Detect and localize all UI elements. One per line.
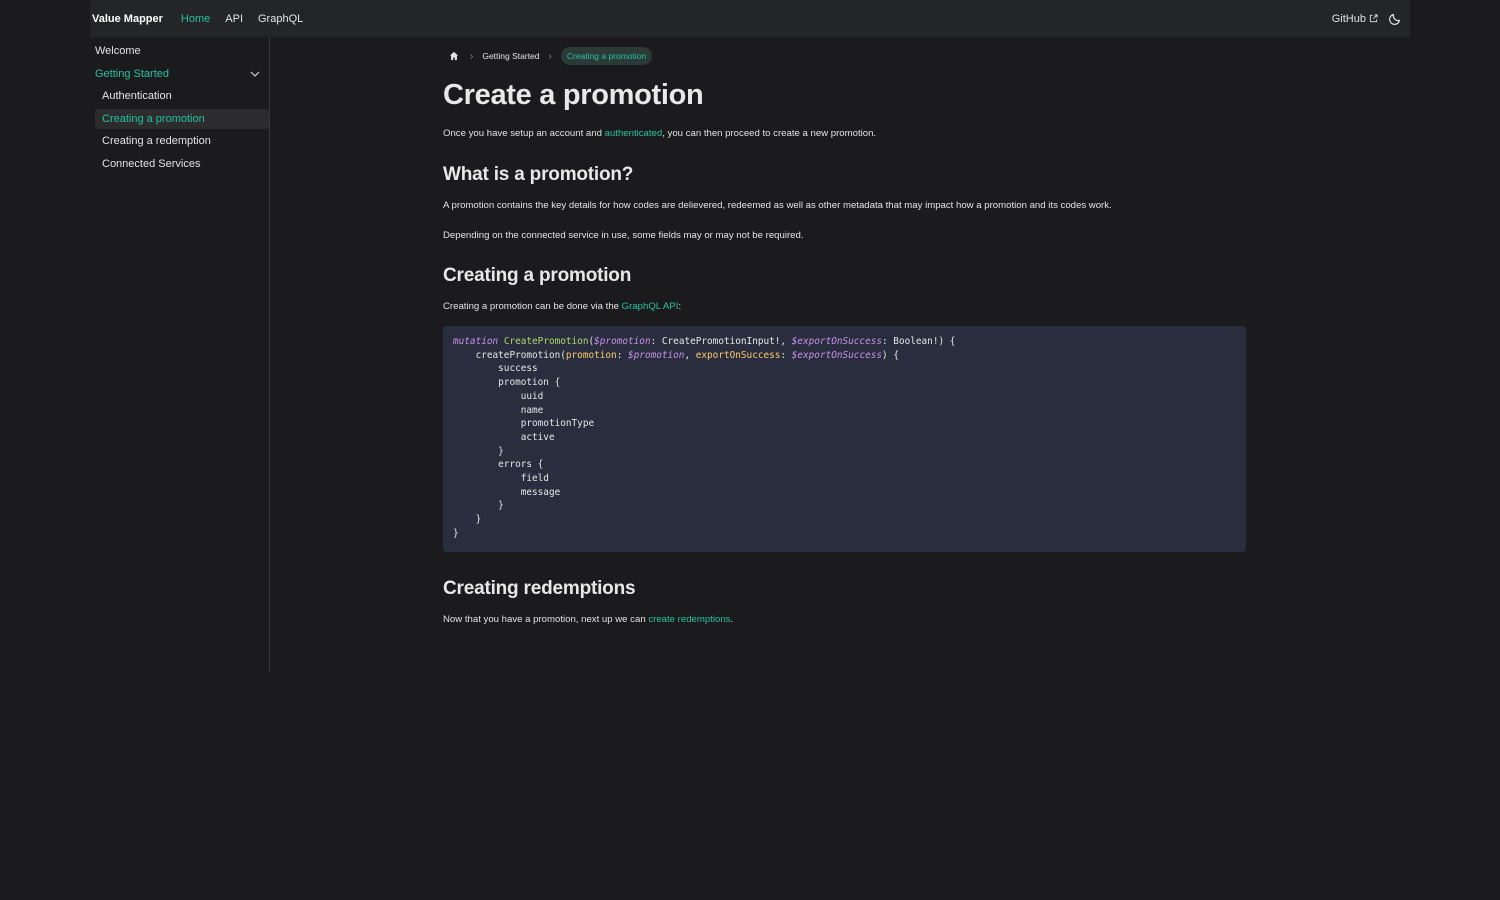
github-link-label: GitHub — [1331, 12, 1366, 25]
github-link[interactable]: GitHub — [1332, 13, 1378, 25]
top-navbar: Value Mapper Home API GraphQL GitHub — [90, 0, 1410, 37]
breadcrumb-getting-started[interactable]: Getting Started — [482, 51, 539, 61]
create-redemptions-link[interactable]: create redemptions — [648, 614, 730, 625]
external-link-icon — [1369, 14, 1378, 23]
connected-service-note: Depending on the connected service in us… — [443, 230, 804, 241]
authenticated-link[interactable]: authenticated — [605, 128, 663, 139]
sidebar-item-welcome[interactable]: Welcome — [95, 41, 269, 61]
code-field: message — [520, 486, 561, 498]
intro-text-after: , you can then proceed to create a new p… — [662, 128, 877, 139]
sidebar-item-creating-a-promotion[interactable]: Creating a promotion — [95, 108, 269, 129]
code-argument: exportOnSuccess — [695, 349, 781, 361]
code-brace: } — [498, 500, 504, 512]
docs-sidebar: Welcome Getting Started Authentication C… — [90, 37, 270, 672]
heading-what-is-a-promotion: What is a promotion? — [443, 164, 634, 185]
page-title: Create a promotion — [443, 79, 704, 111]
redemptions-paragraph: Now that you have a promotion, next up w… — [443, 614, 1246, 625]
navbar-left: Value Mapper Home API GraphQL — [92, 13, 318, 25]
code-field: field — [520, 473, 549, 485]
code-variable: $exportOnSuccess — [791, 349, 883, 361]
navbar-right: GitHub — [1332, 12, 1402, 26]
doc-content: › Getting Started › Creating a promotion… — [443, 37, 1246, 625]
sidebar-item-label: Welcome — [95, 45, 141, 57]
sidebar-item-label: Getting Started — [95, 67, 169, 80]
sidebar-item-label: Creating a redemption — [102, 135, 211, 147]
breadcrumb-separator-icon: › — [548, 50, 552, 62]
redemptions-text-before: Now that you have a promotion, next up w… — [443, 614, 649, 625]
sidebar-item-authentication[interactable]: Authentication — [95, 86, 269, 106]
redemptions-text-after: . — [730, 614, 734, 625]
home-icon — [449, 51, 459, 61]
code-brace: } — [498, 445, 504, 457]
breadcrumb: › Getting Started › Creating a promotion — [443, 37, 1246, 75]
sidebar-item-label: Connected Services — [102, 157, 201, 170]
code-text: : Boolean!) { — [882, 336, 956, 347]
nav-link-graphql[interactable]: GraphQL — [258, 13, 303, 25]
graphql-api-link[interactable]: GraphQL API — [622, 301, 679, 312]
code-brace: } — [475, 514, 482, 526]
code-field: name — [520, 404, 544, 416]
sidebar-item-connected-services[interactable]: Connected Services — [95, 154, 269, 174]
code-field: createPromotion( — [475, 349, 566, 361]
code-variable: $exportOnSuccess — [791, 336, 883, 347]
dark-mode-toggle[interactable] — [1388, 12, 1402, 26]
sidebar-item-creating-a-redemption[interactable]: Creating a redemption — [95, 131, 269, 151]
heading-creating-redemptions: Creating redemptions — [443, 578, 636, 599]
code-variable: $promotion — [628, 349, 685, 361]
chevron-down-icon[interactable] — [249, 68, 261, 80]
sidebar-category-getting-started[interactable]: Getting Started — [95, 64, 269, 84]
brand-logo-text[interactable]: Value Mapper — [92, 13, 163, 25]
code-field: success — [498, 363, 538, 375]
intro-text-before: Once you have setup an account and — [443, 128, 605, 139]
nav-link-home[interactable]: Home — [181, 13, 210, 25]
code-variable: $promotion — [594, 336, 651, 347]
graphql-paragraph: Creating a promotion can be done via the… — [443, 301, 1246, 312]
graphql-text-after: : — [678, 301, 682, 312]
code-text: : CreatePromotionInput!, — [650, 336, 792, 347]
code-operation-name: CreatePromotion — [503, 336, 589, 347]
graphql-text-before: Creating a promotion can be done via the — [443, 301, 622, 312]
breadcrumb-current: Creating a promotion — [560, 47, 653, 65]
sidebar-item-label: Creating a promotion — [102, 112, 205, 125]
sidebar-item-label: Authentication — [102, 90, 172, 102]
code-brace: } — [453, 527, 459, 539]
code-block[interactable]: mutation CreatePromotion($promotion: Cre… — [443, 326, 1246, 552]
moon-icon — [1389, 13, 1401, 25]
heading-creating-a-promotion: Creating a promotion — [443, 265, 632, 286]
app-frame: Value Mapper Home API GraphQL GitHub — [90, 0, 1410, 37]
code-field: uuid — [520, 390, 544, 402]
code-field: errors { — [498, 459, 544, 471]
code-field: active — [520, 431, 555, 443]
code-argument: promotion — [565, 349, 617, 361]
nav-link-api[interactable]: API — [225, 13, 243, 25]
breadcrumb-home[interactable] — [447, 49, 461, 63]
breadcrumb-separator-icon: › — [470, 50, 474, 62]
code-field: promotionType — [520, 418, 595, 430]
promotion-description: A promotion contains the key details for… — [443, 200, 1112, 211]
code-field: promotion { — [498, 377, 561, 389]
intro-paragraph: Once you have setup an account and authe… — [443, 128, 1246, 139]
code-keyword: mutation — [453, 336, 499, 347]
